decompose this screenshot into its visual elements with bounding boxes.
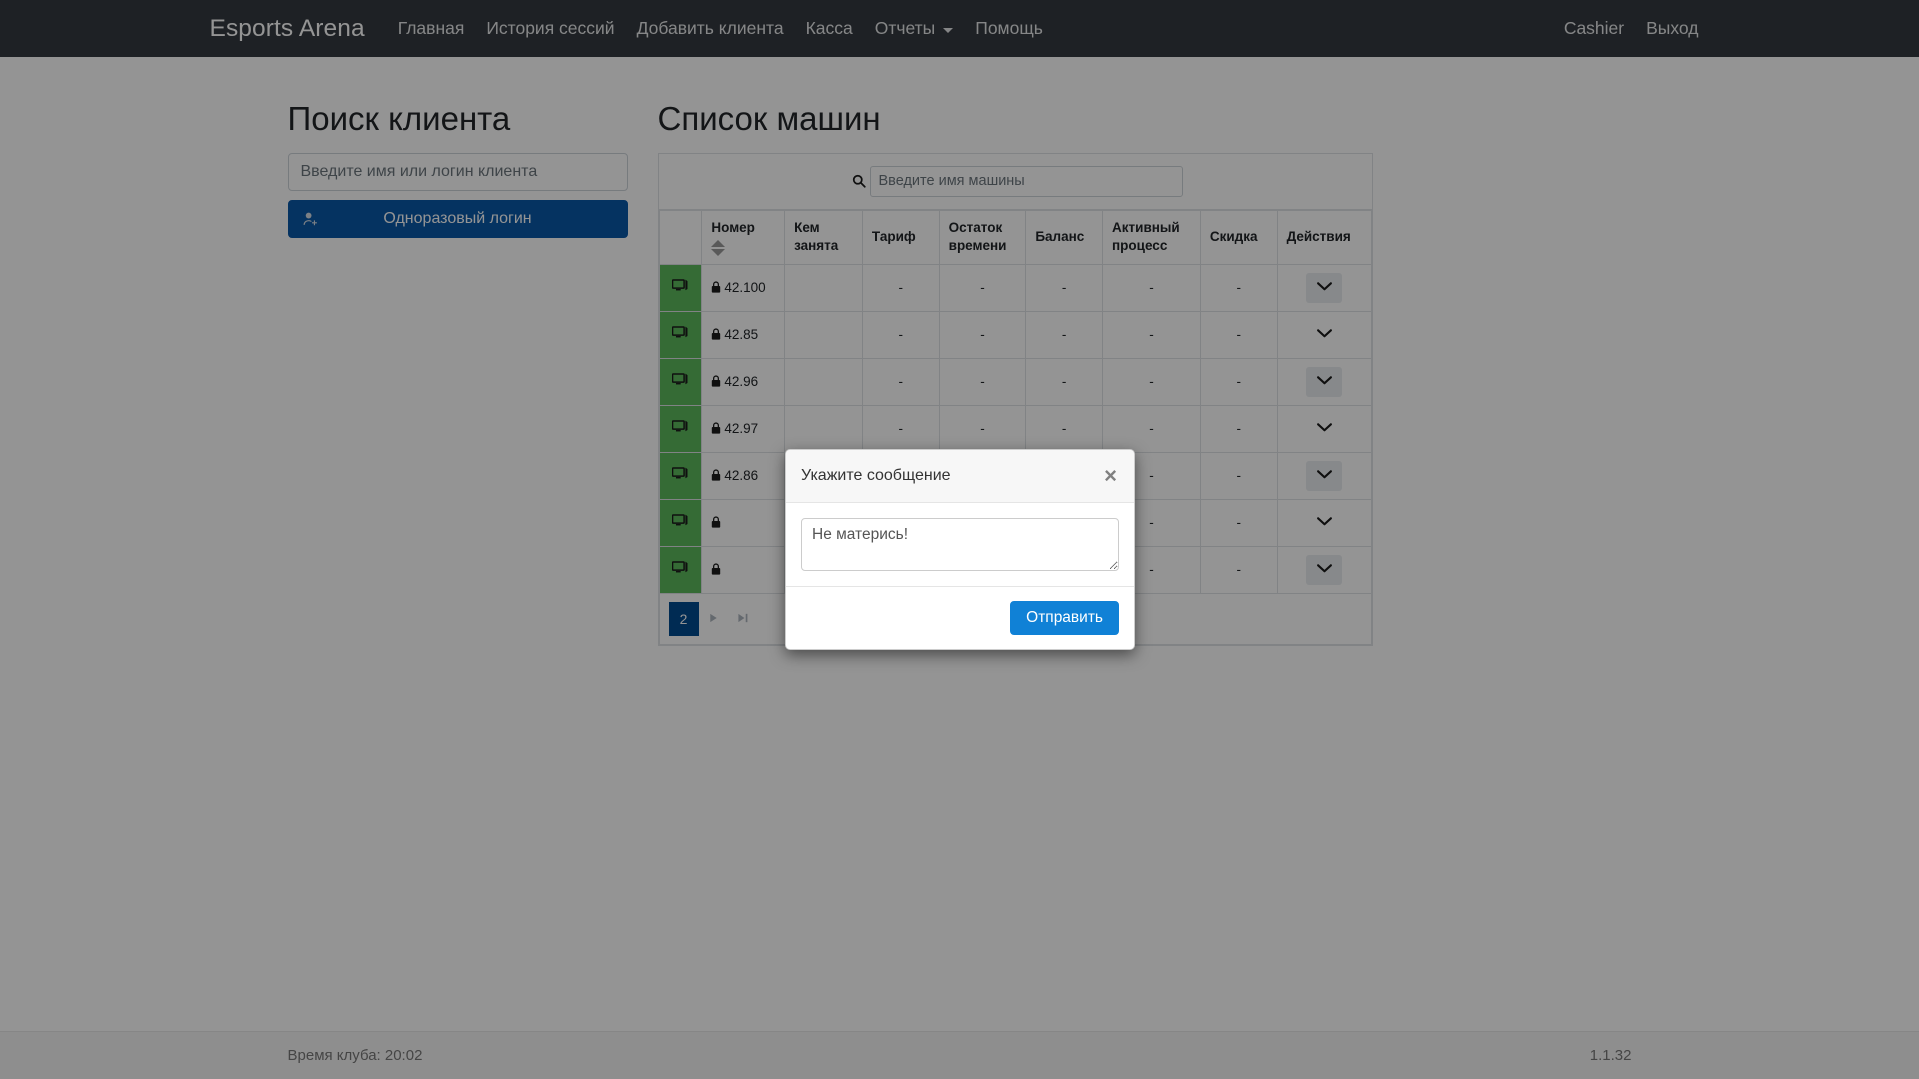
modal-body	[786, 503, 1134, 586]
modal-header: Укажите сообщение ×	[786, 450, 1134, 503]
modal-footer: Отправить	[786, 586, 1134, 649]
message-textarea[interactable]	[801, 518, 1119, 571]
modal-title: Укажите сообщение	[801, 466, 951, 485]
send-message-button[interactable]: Отправить	[1010, 601, 1119, 635]
close-icon[interactable]: ×	[1102, 465, 1119, 487]
message-modal: Укажите сообщение × Отправить	[785, 449, 1135, 650]
